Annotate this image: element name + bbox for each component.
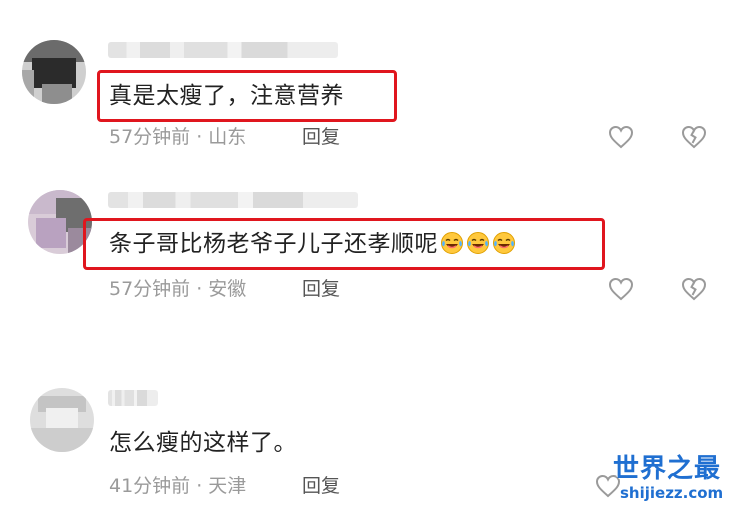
username-blurred[interactable] — [108, 192, 358, 208]
heart-outline-icon[interactable] — [608, 277, 634, 301]
comment-text: 条子哥比杨老爷子儿子还孝顺呢 — [109, 229, 516, 259]
comment-item-1: 真是太瘦了，注意营养 57分钟前 · 山东 回复 — [0, 0, 744, 170]
username-blurred[interactable] — [108, 390, 158, 406]
broken-heart-icon[interactable] — [681, 277, 707, 301]
comment-time-location: 57分钟前 · 山东 — [109, 126, 247, 148]
broken-heart-icon[interactable] — [681, 125, 707, 149]
comment-time-location: 41分钟前 · 天津 — [109, 475, 247, 497]
rofl-emoji-icon — [492, 231, 516, 255]
username-blurred[interactable] — [108, 42, 338, 58]
avatar[interactable] — [30, 388, 94, 452]
reply-button[interactable]: 回复 — [302, 125, 340, 149]
avatar[interactable] — [22, 40, 86, 104]
comment-text-content: 条子哥比杨老爷子儿子还孝顺呢 — [109, 231, 438, 257]
comment-text: 真是太瘦了，注意营养 — [109, 83, 344, 109]
rofl-emoji-icon — [466, 231, 490, 255]
rofl-emoji-icon — [440, 231, 464, 255]
comment-text: 怎么瘦的这样了。 — [109, 430, 297, 456]
reply-button[interactable]: 回复 — [302, 277, 340, 301]
comment-time-location: 57分钟前 · 安徽 — [109, 278, 247, 300]
heart-outline-icon[interactable] — [608, 125, 634, 149]
emoji-group — [438, 231, 516, 257]
comment-item-2: 条子哥比杨老爷子儿子还孝顺呢 57分钟前 · 安徽 回复 — [0, 170, 744, 340]
watermark-url: shijiezz.com — [620, 484, 724, 502]
watermark-title: 世界之最 — [613, 454, 722, 484]
reply-button[interactable]: 回复 — [302, 474, 340, 498]
